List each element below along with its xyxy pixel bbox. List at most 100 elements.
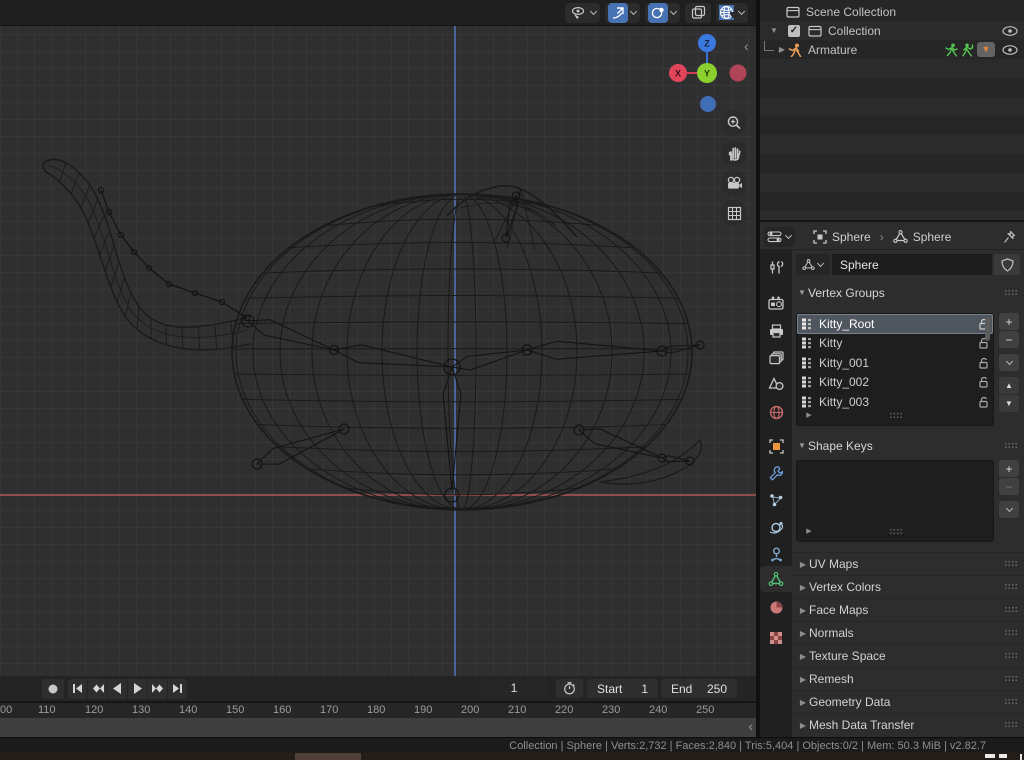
add-shape-key-button[interactable]: + xyxy=(999,460,1019,477)
eye-visibility-icon[interactable] xyxy=(1002,45,1018,55)
zoom-button[interactable] xyxy=(721,110,747,136)
eye-visibility-icon[interactable] xyxy=(1002,26,1018,36)
outliner-row-scene-collection[interactable]: Scene Collection xyxy=(760,2,1024,21)
vertex-groups-header[interactable]: ▼ Vertex Groups xyxy=(792,284,1024,301)
filter-expand-icon[interactable]: ▶ xyxy=(803,411,815,419)
tab-object[interactable] xyxy=(760,433,792,459)
next-keyframe-button[interactable] xyxy=(148,679,167,699)
tab-output[interactable] xyxy=(760,318,792,344)
timeline-collapse-arrow[interactable]: ‹ xyxy=(748,718,753,734)
drag-handle-icon[interactable] xyxy=(1004,289,1018,297)
panel-texture-space[interactable]: ▶ Texture Space xyxy=(792,644,1024,667)
panel-mesh-data-transfer[interactable]: ▶ Mesh Data Transfer xyxy=(792,713,1024,736)
gizmo-neg-x-axis[interactable] xyxy=(730,65,747,82)
disclosure-triangle-icon[interactable]: ▼ xyxy=(768,26,780,35)
tab-modifiers[interactable] xyxy=(760,460,792,486)
tab-physics[interactable] xyxy=(760,514,792,540)
breadcrumb-object-name[interactable]: Sphere xyxy=(832,230,871,244)
auto-keyframe-record-button[interactable] xyxy=(42,679,64,699)
drag-handle-icon[interactable] xyxy=(1004,698,1018,706)
timeline-ruler[interactable]: 00 110 120 130 140 150 160 170 180 190 2… xyxy=(0,703,756,718)
mesh-name-field[interactable]: Sphere xyxy=(832,254,992,275)
shape-keys-list[interactable]: ▶ xyxy=(796,460,994,542)
drag-handle-icon[interactable] xyxy=(1004,652,1018,660)
resize-grip-icon[interactable] xyxy=(889,412,903,420)
move-group-up-button[interactable]: ▲ xyxy=(999,377,1019,394)
panel-geometry-data[interactable]: ▶ Geometry Data xyxy=(792,690,1024,713)
drag-handle-icon[interactable] xyxy=(1004,721,1018,729)
frame-end-field[interactable]: End 250 xyxy=(661,679,737,698)
object-visibility-button[interactable] xyxy=(565,3,600,23)
panel-face-maps[interactable]: ▶ Face Maps xyxy=(792,598,1024,621)
tab-render[interactable] xyxy=(760,290,792,316)
tab-world[interactable] xyxy=(760,399,792,425)
drag-handle-icon[interactable] xyxy=(1004,606,1018,614)
vertex-group-specials-button[interactable] xyxy=(999,354,1019,371)
show-gizmo-button[interactable] xyxy=(605,3,640,23)
tab-view-layer[interactable] xyxy=(760,345,792,371)
drag-handle-icon[interactable] xyxy=(1004,583,1018,591)
pin-icon[interactable] xyxy=(1003,230,1016,244)
move-group-down-button[interactable]: ▼ xyxy=(999,395,1019,412)
tab-texture[interactable] xyxy=(760,625,792,651)
frame-start-field[interactable]: Start 1 xyxy=(587,679,658,698)
navigation-gizmo[interactable]: Z X Y xyxy=(662,30,752,120)
jump-to-start-button[interactable] xyxy=(68,679,87,699)
list-scrollbar[interactable] xyxy=(985,317,990,341)
unlock-icon[interactable] xyxy=(977,357,989,369)
origin-triangle-badge[interactable]: ▼ xyxy=(977,42,995,57)
3d-viewport[interactable]: ‹ Z X Y xyxy=(0,0,758,676)
tab-tool[interactable] xyxy=(760,254,792,280)
outliner[interactable]: Scene Collection ▼ ✓ Collection ▶ xyxy=(760,0,1024,222)
unlock-icon[interactable] xyxy=(977,376,989,388)
vertex-group-row[interactable]: Kitty xyxy=(797,334,993,354)
panel-normals[interactable]: ▶ Normals xyxy=(792,621,1024,644)
filter-expand-icon[interactable]: ▶ xyxy=(803,527,815,535)
drag-handle-icon[interactable] xyxy=(1004,629,1018,637)
prev-keyframe-button[interactable] xyxy=(88,679,107,699)
pan-hand-button[interactable] xyxy=(721,140,747,166)
play-reverse-button[interactable] xyxy=(108,679,127,699)
mesh-datablock-dropdown[interactable] xyxy=(796,254,830,275)
breadcrumb-data-name[interactable]: Sphere xyxy=(913,230,952,244)
drag-handle-icon[interactable] xyxy=(1004,442,1018,450)
play-button[interactable] xyxy=(128,679,147,699)
shading-dropdown-icon[interactable] xyxy=(738,9,745,16)
jump-to-end-button[interactable] xyxy=(168,679,187,699)
drag-handle-icon[interactable] xyxy=(1004,560,1018,568)
panel-uv-maps[interactable]: ▶ UV Maps xyxy=(792,552,1024,575)
vertex-groups-list[interactable]: Kitty_Root Kitty xyxy=(796,313,994,426)
vertex-group-row[interactable]: Kitty_Root xyxy=(797,314,993,334)
panel-remesh[interactable]: ▶ Remesh xyxy=(792,667,1024,690)
collection-checkbox[interactable]: ✓ xyxy=(788,25,800,37)
editor-type-dropdown[interactable] xyxy=(764,227,795,247)
tab-constraints[interactable] xyxy=(760,541,792,567)
tab-object-data[interactable] xyxy=(760,566,792,592)
xray-toggle[interactable] xyxy=(685,3,711,23)
cat-wireframe-model[interactable] xyxy=(0,0,758,676)
timeline-track-area[interactable]: ‹ xyxy=(0,718,756,737)
outliner-row-collection[interactable]: ▼ ✓ Collection xyxy=(760,21,1024,40)
shape-keys-header[interactable]: ▼ Shape Keys xyxy=(792,437,1024,454)
gizmo-neg-z-axis[interactable] xyxy=(700,96,716,112)
resize-grip-icon[interactable] xyxy=(889,528,903,536)
shape-key-specials-button[interactable] xyxy=(999,501,1019,518)
timeline-editor[interactable]: 1 Start 1 End 250 00 110 120 1 xyxy=(0,676,758,737)
preview-range-clock-button[interactable] xyxy=(556,679,583,698)
add-vertex-group-button[interactable]: + xyxy=(999,313,1019,330)
remove-shape-key-button[interactable]: − xyxy=(999,478,1019,495)
vertex-group-row[interactable]: Kitty_003 xyxy=(797,392,993,412)
vertex-group-row[interactable]: Kitty_001 xyxy=(797,353,993,373)
current-frame-field[interactable]: 1 xyxy=(480,679,548,698)
remove-vertex-group-button[interactable]: − xyxy=(999,331,1019,348)
tab-scene[interactable] xyxy=(760,371,792,397)
show-overlays-button[interactable] xyxy=(645,3,680,23)
ortho-grid-button[interactable] xyxy=(721,200,747,226)
tab-material[interactable] xyxy=(760,594,792,620)
vertex-group-row[interactable]: Kitty_002 xyxy=(797,373,993,393)
panel-vertex-colors[interactable]: ▶ Vertex Colors xyxy=(792,575,1024,598)
drag-handle-icon[interactable] xyxy=(1004,675,1018,683)
fake-user-shield-button[interactable] xyxy=(994,254,1020,275)
disclosure-triangle-icon[interactable]: ▶ xyxy=(776,45,788,54)
unlock-icon[interactable] xyxy=(977,396,989,408)
